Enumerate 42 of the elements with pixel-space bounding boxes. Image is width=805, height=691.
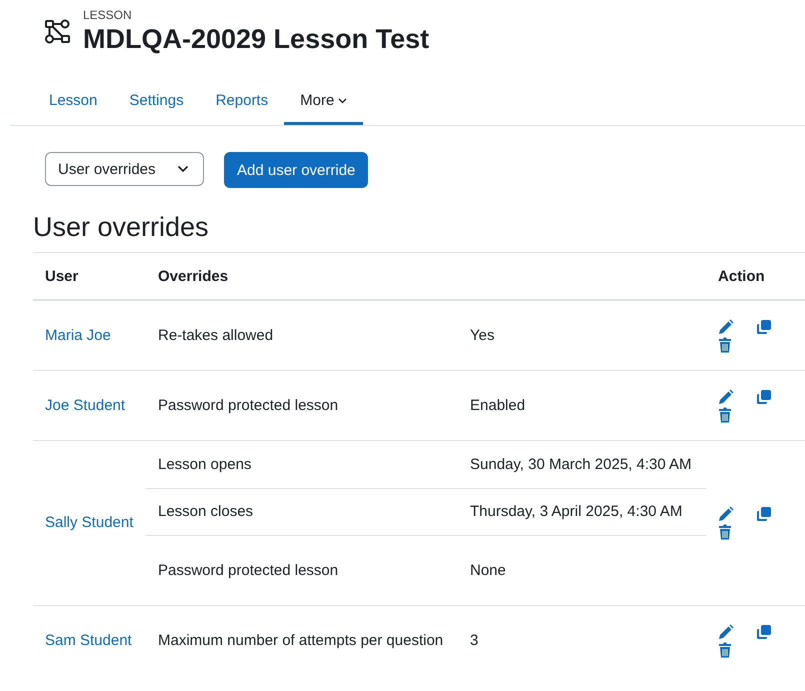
user-link[interactable]: Sam Student: [45, 632, 132, 648]
nav-tab[interactable]: Settings: [113, 78, 200, 125]
edit-icon[interactable]: [718, 624, 734, 640]
nav-tab[interactable]: Reports: [200, 78, 284, 125]
page-kicker: LESSON: [83, 8, 133, 22]
overrides-select[interactable]: User overrides: [45, 152, 204, 186]
override-value: None: [470, 562, 506, 578]
override-setting: Password protected lesson: [158, 396, 338, 414]
override-setting: Lesson closes: [158, 503, 254, 520]
column-header: Overrides: [158, 268, 228, 284]
override-setting: Maximum number of attempts per question: [158, 632, 444, 648]
delete-icon[interactable]: [718, 336, 732, 352]
edit-icon[interactable]: [718, 318, 734, 334]
override-value: Enabled: [470, 396, 526, 414]
copy-icon[interactable]: [756, 506, 772, 522]
nav-tab[interactable]: Lesson: [33, 78, 114, 125]
override-value: 3: [470, 632, 478, 648]
copy-icon[interactable]: [756, 318, 772, 334]
section-heading: User overrides: [33, 211, 210, 244]
page-title: MDLQA-20029 Lesson Test: [83, 23, 430, 56]
add-override-button[interactable]: Add user override: [224, 152, 368, 188]
override-value: Sunday, 30 March 2025, 4:30 AM: [470, 456, 692, 472]
override-setting: Password protected lesson: [158, 562, 338, 578]
override-setting: Lesson opens: [158, 456, 252, 472]
nav-tab[interactable]: More: [284, 78, 364, 125]
column-header: Action: [718, 268, 765, 284]
activity-icon: [44, 18, 72, 46]
override-value: Yes: [470, 326, 494, 344]
override-setting: Re-takes allowed: [158, 326, 274, 344]
delete-icon[interactable]: [718, 406, 732, 422]
edit-icon[interactable]: [718, 388, 734, 404]
column-header: User: [45, 268, 78, 284]
copy-icon[interactable]: [756, 388, 772, 404]
edit-icon[interactable]: [718, 506, 734, 522]
delete-icon[interactable]: [718, 524, 732, 540]
user-link[interactable]: Joe Student: [45, 396, 126, 414]
override-value: Thursday, 3 April 2025, 4:30 AM: [470, 503, 682, 520]
caret-icon: [177, 165, 189, 173]
user-link[interactable]: Sally Student: [45, 514, 134, 531]
user-link[interactable]: Maria Joe: [45, 326, 111, 344]
delete-icon[interactable]: [718, 642, 732, 658]
copy-icon[interactable]: [756, 624, 772, 640]
